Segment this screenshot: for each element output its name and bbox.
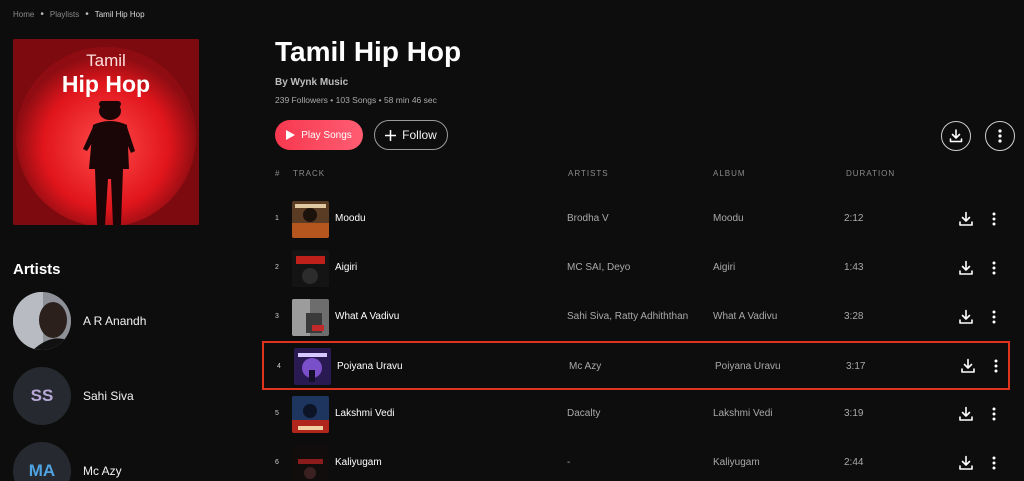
artist-item[interactable]: A R Anandh [13,292,146,350]
track-artwork [292,250,329,287]
follow-button[interactable]: Follow [374,120,448,150]
playlist-stats: 239 Followers • 103 Songs • 58 min 46 se… [275,95,437,105]
artist-photo [13,292,71,350]
more-options-button[interactable] [985,121,1015,151]
more-vertical-icon [998,129,1002,143]
download-icon[interactable] [960,358,976,374]
follow-label: Follow [402,128,437,142]
column-header-artists: ARTISTS [568,169,609,178]
table-row[interactable]: 4 Poiyana Uravu Mc Azy Poiyana Uravu 3:1… [262,341,1010,390]
cover-title-line2: Hip Hop [61,71,151,97]
more-vertical-icon[interactable] [989,406,999,422]
page-title: Tamil Hip Hop [275,36,462,67]
track-artists[interactable]: MC SAI, Deyo [567,262,630,273]
avatar: MA [13,442,71,481]
track-album[interactable]: Moodu [713,213,744,224]
track-artwork [292,299,329,336]
playlist-cover: Tamil Hip Hop [13,39,199,225]
table-row[interactable]: 1 Moodu Brodha V Moodu 2:12 [262,195,1010,244]
track-duration: 3:19 [844,408,864,419]
download-icon[interactable] [958,406,974,422]
track-artists[interactable]: Sahi Siva, Ratty Adhiththan [567,311,688,322]
download-playlist-button[interactable] [941,121,971,151]
track-album[interactable]: Lakshmi Vedi [713,408,772,419]
track-duration: 2:12 [844,213,864,224]
artist-name: Sahi Siva [83,389,134,403]
track-artwork [292,445,329,481]
more-vertical-icon[interactable] [989,211,999,227]
track-album[interactable]: Kaliyugam [713,457,760,468]
download-icon[interactable] [958,309,974,325]
artists-heading: Artists [13,261,61,278]
track-album[interactable]: Poiyana Uravu [715,361,781,372]
avatar-initials: SS [30,386,54,405]
track-title[interactable]: Lakshmi Vedi [335,408,394,419]
artist-item[interactable]: SS Sahi Siva [13,367,134,425]
track-title[interactable]: Poiyana Uravu [337,361,403,372]
avatar: SS [13,367,71,425]
more-vertical-icon[interactable] [989,455,999,471]
download-icon[interactable] [958,211,974,227]
track-number: 1 [275,215,279,222]
more-vertical-icon[interactable] [989,260,999,276]
more-vertical-icon[interactable] [991,358,1001,374]
track-artists[interactable]: Brodha V [567,213,609,224]
breadcrumb-home[interactable]: Home [13,10,34,19]
track-duration: 3:17 [846,361,866,372]
track-duration: 2:44 [844,457,864,468]
track-number: 3 [275,313,279,320]
column-header-track: TRACK [293,169,326,178]
track-album[interactable]: What A Vadivu [713,311,777,322]
more-vertical-icon[interactable] [989,309,999,325]
track-duration: 3:28 [844,311,864,322]
download-icon[interactable] [958,455,974,471]
playlist-curator: By Wynk Music [275,77,349,88]
track-title[interactable]: Moodu [335,213,366,224]
download-icon[interactable] [958,260,974,276]
track-artwork [292,396,329,433]
track-number: 2 [275,264,279,271]
track-title[interactable]: Aigiri [335,262,357,273]
table-row[interactable]: 3 What A Vadivu Sahi Siva, Ratty Adhitht… [262,293,1010,342]
breadcrumb-separator: • [40,8,44,20]
table-row[interactable]: 2 Aigiri MC SAI, Deyo Aigiri 1:43 [262,244,1010,293]
breadcrumb-playlists[interactable]: Playlists [50,10,79,19]
artist-name: A R Anandh [83,314,147,328]
track-artists[interactable]: - [567,457,570,468]
track-artwork [294,348,331,385]
play-songs-button[interactable]: Play Songs [275,120,363,150]
download-icon [949,129,963,143]
track-number: 6 [275,459,279,466]
avatar-initials: MA [28,461,56,480]
track-duration: 1:43 [844,262,864,273]
table-row[interactable]: 6 Kaliyugam - Kaliyugam 2:44 [262,439,1010,481]
track-number: 5 [275,410,279,417]
breadcrumb-separator: • [85,8,89,20]
play-icon [286,130,296,140]
track-artists[interactable]: Mc Azy [569,361,601,372]
cover-title-line1: Tamil [86,51,126,70]
track-title[interactable]: Kaliyugam [335,457,382,468]
artist-name: Mc Azy [83,464,122,478]
avatar [13,292,71,350]
breadcrumb-current: Tamil Hip Hop [94,10,145,19]
track-album[interactable]: Aigiri [713,262,735,273]
track-artists[interactable]: Dacalty [567,408,600,419]
plus-icon [385,129,397,141]
track-title[interactable]: What A Vadivu [335,311,399,322]
column-header-album: ALBUM [713,169,746,178]
track-number: 4 [277,363,281,370]
track-artwork [292,201,329,238]
column-header-duration: DURATION [846,169,896,178]
artist-item[interactable]: MA Mc Azy [13,442,122,481]
column-header-number: # [275,169,281,178]
play-songs-label: Play Songs [301,129,352,141]
breadcrumb: Home • Playlists • Tamil Hip Hop [13,8,145,20]
table-row[interactable]: 5 Lakshmi Vedi Dacalty Lakshmi Vedi 3:19 [262,390,1010,439]
